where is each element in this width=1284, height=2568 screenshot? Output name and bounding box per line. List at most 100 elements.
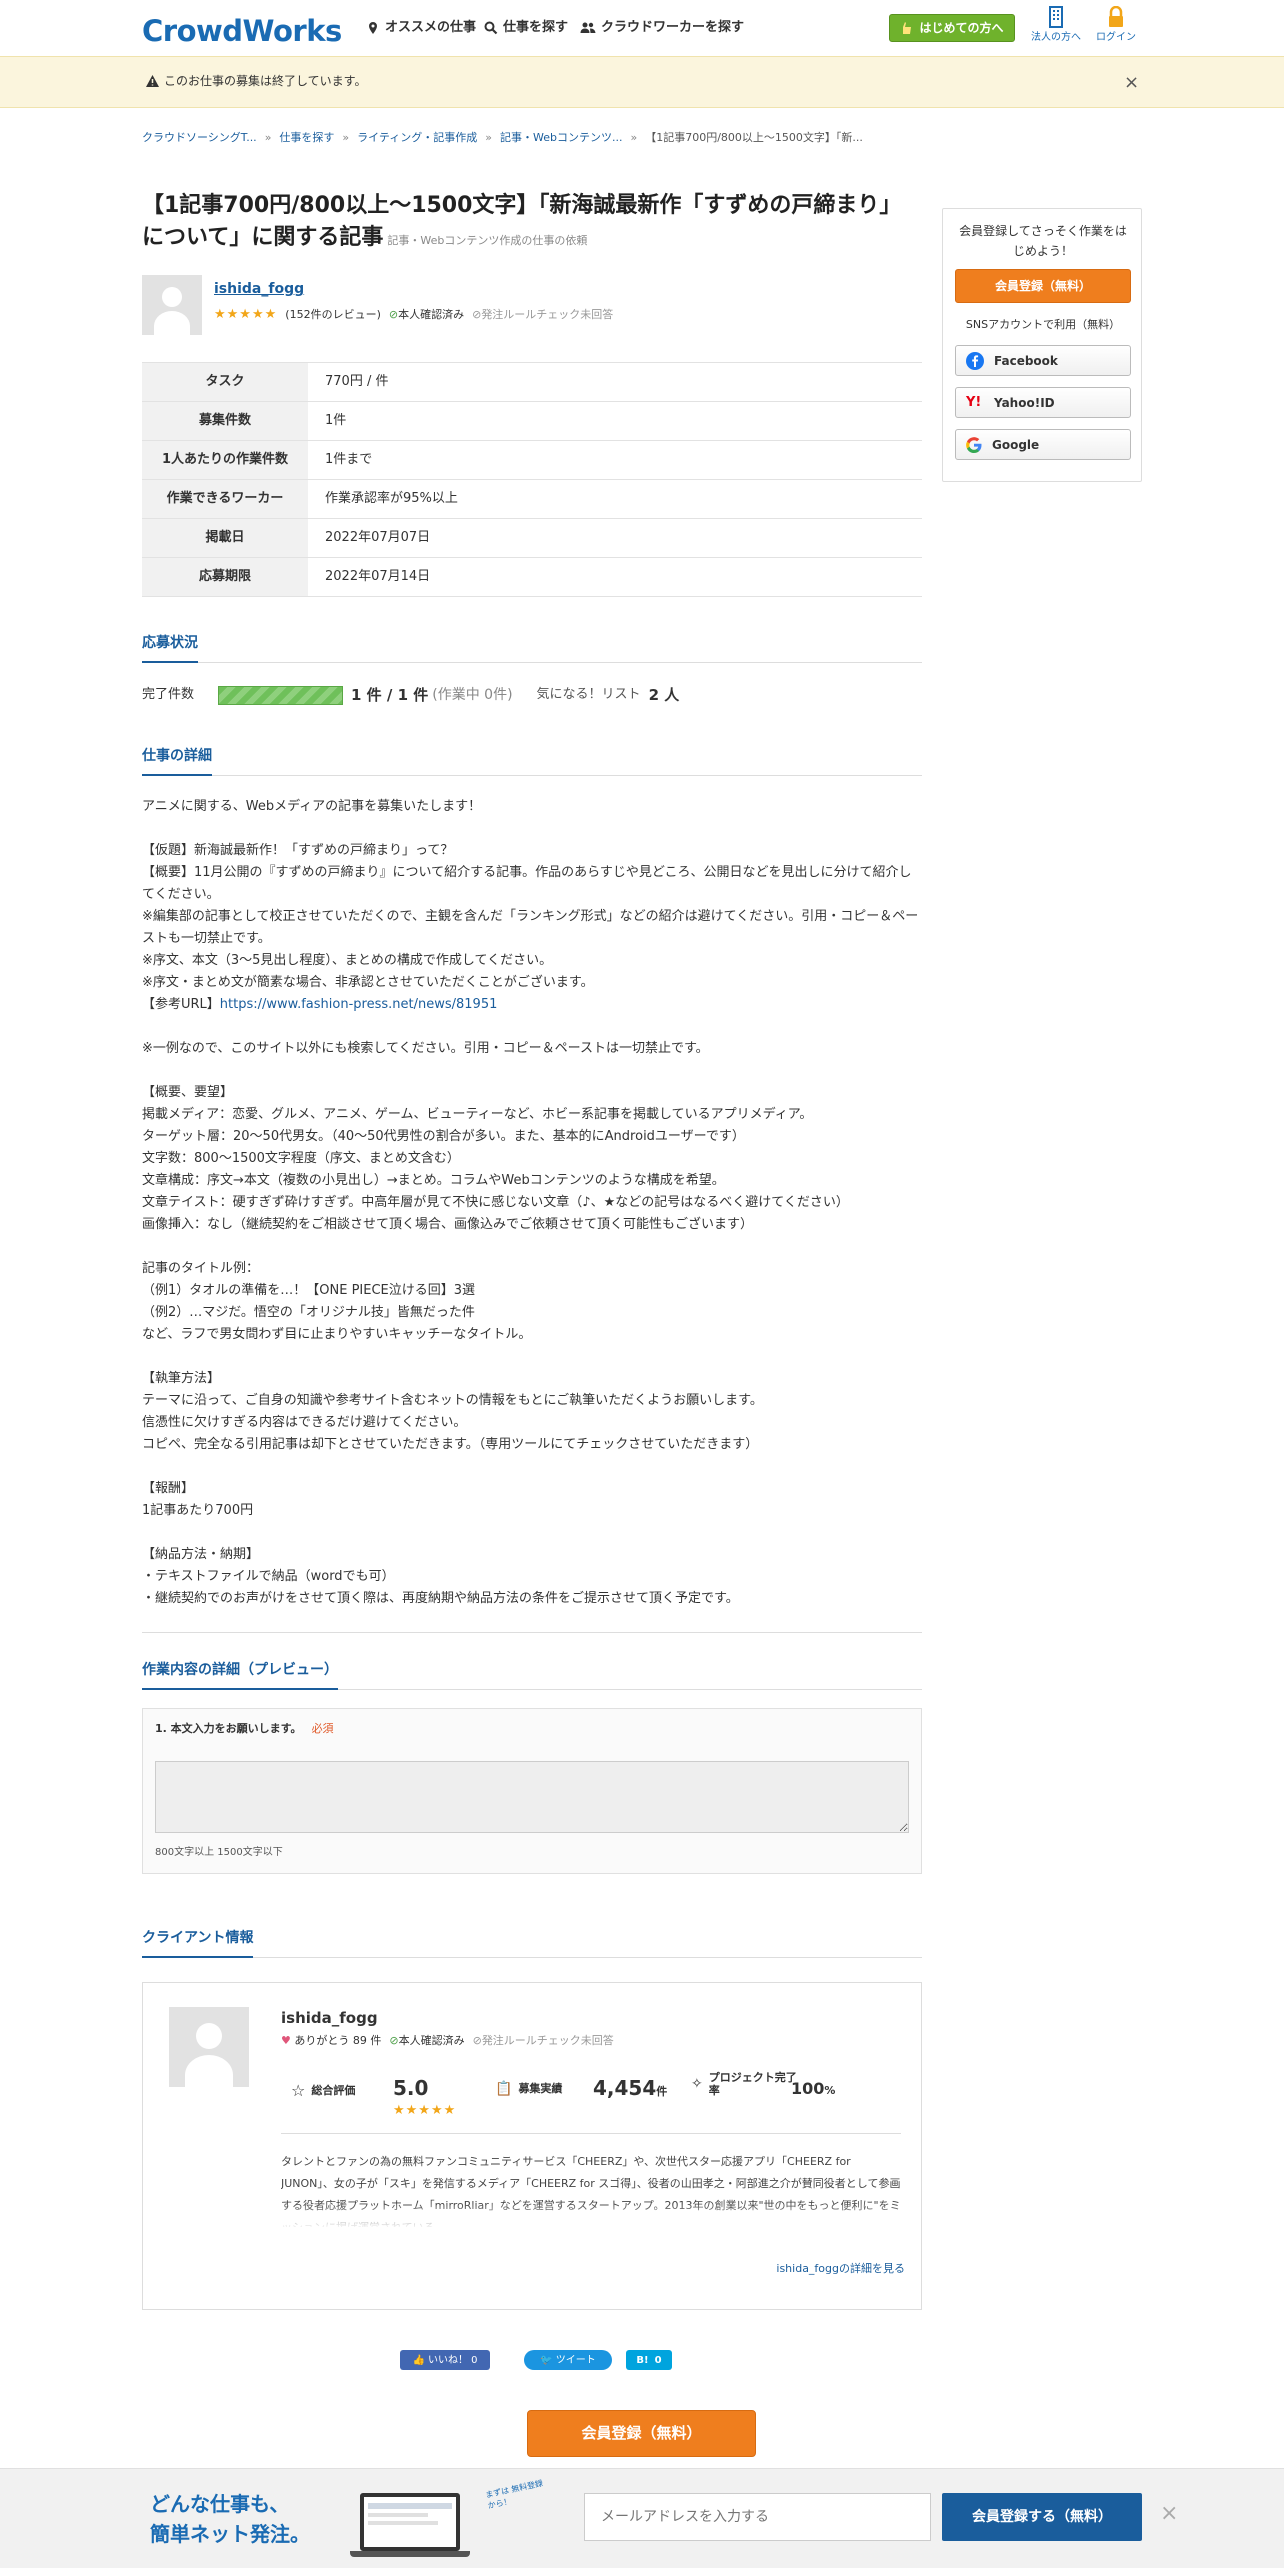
description-line: 記事のタイトル例： — [142, 1261, 260, 1276]
client-detail-link[interactable]: ishida_foggの詳細を見る — [776, 2261, 905, 2278]
description-line: 文章テイスト：硬すぎず砕けすぎず。中高年層が見て不快に感じない文章（♪、★などの… — [142, 1195, 849, 1210]
question-label: 1. 本文入力をお願いします。 必須 — [155, 1721, 334, 1738]
description-line — [142, 1016, 922, 1038]
footer-bubble: まずは 無料登録から！ — [484, 2478, 544, 2511]
description-line: 文字数：800〜1500文字程度（序文、まとめ文含む） — [142, 1151, 460, 1166]
search-icon — [484, 21, 498, 35]
description-line: 信憑性に欠けすぎる内容はできるだけ避けてください。 — [142, 1415, 467, 1430]
completion-stat: ✧ プロジェクト完了率 — [691, 2071, 801, 2097]
completion-value: 100 — [791, 2079, 825, 2098]
progress-bar — [218, 685, 344, 705]
job-description: アニメに関する、Webメディアの記事を募集いたします！ 【仮題】新海誠最新作！「す… — [142, 796, 922, 1610]
twitter-bird-icon: 🐦 — [540, 2354, 553, 2366]
beginner-button[interactable]: はじめての方へ — [889, 14, 1015, 42]
char-limit-hint: 800文字以上 1500文字以下 — [155, 1847, 283, 1858]
info-value: 1件 — [308, 401, 922, 441]
nav-recommended[interactable]: オススメの仕事 — [366, 18, 476, 38]
login-link[interactable]: ログイン — [1086, 6, 1146, 45]
results-label: 募集実績 — [518, 2082, 563, 2096]
rule-check-badge: ⊘発注ルールチェック未回答 — [472, 307, 614, 321]
results-unit: 件 — [656, 2085, 668, 2098]
avatar[interactable] — [142, 275, 202, 335]
close-icon[interactable]: × — [1124, 69, 1139, 96]
description-line: ターゲット層：20〜50代男女。（40〜50代男性の割合が多い。また、基本的にA… — [142, 1129, 745, 1144]
nav-find-jobs[interactable]: 仕事を探す — [484, 18, 568, 38]
hatena-bookmark-button[interactable]: B! 0 — [626, 2350, 672, 2370]
google-login-button[interactable]: Google — [955, 429, 1131, 460]
description-line — [142, 818, 922, 840]
info-value: 1件まで — [308, 440, 922, 480]
description-line: 画像挿入：なし（継続契約をご相談させて頂く場合、画像込みでご依頼させて頂く可能性… — [142, 1217, 754, 1232]
info-key: 応募期限 — [142, 557, 308, 597]
close-icon[interactable]: × — [1160, 2497, 1178, 2530]
results-value-wrap: 4,454件 — [593, 2073, 667, 2103]
info-key: 1人あたりの作業件数 — [142, 440, 308, 480]
verified-label: 本人確認済み — [398, 2034, 465, 2047]
verified-badge: ⊘本人確認済み — [388, 307, 465, 321]
signup-footer-bar: どんな仕事も、 簡単ネット発注。 まずは 無料登録から！ 会員登録する（無料） … — [0, 2468, 1284, 2568]
site-header: CrowdWorks オススメの仕事 仕事を探す クラウドワーカーを探す はじめ… — [0, 0, 1284, 56]
client-name-link[interactable]: ishida_fogg — [214, 279, 304, 300]
rating-value: 5.0 — [393, 2076, 429, 2100]
breadcrumb-item[interactable]: 記事・Webコンテンツ... — [500, 130, 622, 147]
breadcrumb-item[interactable]: 仕事を探す — [279, 130, 334, 147]
breadcrumb-separator: » — [630, 131, 638, 144]
body-textarea[interactable] — [155, 1761, 909, 1833]
breadcrumb-separator: » — [485, 131, 493, 144]
register-button[interactable]: 会員登録（無料） — [527, 2410, 756, 2457]
yahoo-login-button[interactable]: Y! Yahoo!ID — [955, 387, 1131, 418]
facebook-like-button[interactable]: 👍 いいね！ 0 — [400, 2350, 490, 2370]
facebook-login-button[interactable]: Facebook — [955, 345, 1131, 376]
completed-count: 1 件 / 1 件 — [351, 685, 429, 704]
completion-label: プロジェクト完了率 — [708, 2071, 797, 2098]
sidebar-lead: 会員登録してさっそく作業をはじめよう！ — [959, 224, 1127, 258]
handshake-icon: ✧ — [691, 2075, 703, 2092]
corporate-link[interactable]: 法人の方へ — [1026, 6, 1086, 45]
section-title: 仕事の詳細 — [142, 746, 212, 776]
reference-url-link[interactable]: https://www.fashion-press.net/news/81951 — [220, 997, 498, 1012]
description-line: 【参考URL】https://www.fashion-press.net/new… — [142, 997, 498, 1012]
google-label: Google — [992, 437, 1040, 452]
description-line — [142, 1456, 922, 1478]
details-heading: 仕事の詳細 — [142, 746, 922, 776]
footer-submit-button[interactable]: 会員登録する（無料） — [942, 2493, 1142, 2541]
table-row: 募集件数 1件 — [142, 401, 922, 441]
nav-find-workers[interactable]: クラウドワーカーを探す — [580, 18, 744, 38]
description-line: （例1）タオルの準備を…！【ONE PIECE泣ける回】3選 — [142, 1283, 476, 1298]
section-title: 応募状況 — [142, 633, 198, 663]
signup-sidebar: 会員登録してさっそく作業をはじめよう！ 会員登録（無料） SNSアカウントで利用… — [942, 208, 1142, 482]
login-link-label: ログイン — [1096, 32, 1136, 43]
description-line: アニメに関する、Webメディアの記事を募集いたします！ — [142, 799, 482, 814]
lock-icon — [1109, 6, 1123, 27]
sidebar-register-button[interactable]: 会員登録（無料） — [955, 269, 1131, 303]
info-value: 2022年07月14日 — [308, 557, 922, 597]
description-line: 1記事あたり700円 — [142, 1503, 254, 1518]
avatar[interactable] — [169, 2007, 249, 2087]
verified-badge: ⊘本人確認済み — [389, 2034, 465, 2047]
email-input[interactable] — [584, 2493, 931, 2541]
review-count[interactable]: (152件のレビュー) — [285, 307, 381, 324]
client-card: ishida_fogg ♥ ありがとう 89 件 ⊘本人確認済み ⊘発注ルールチ… — [142, 1982, 922, 2310]
description-line: ※編集部の記事として校正させていただくので、主観を含んだ「ランキング形式」などの… — [142, 909, 919, 946]
facebook-icon — [966, 351, 984, 370]
info-value: 770円 / 件 — [308, 362, 922, 402]
info-key: 作業できるワーカー — [142, 479, 308, 519]
facebook-label: Facebook — [994, 353, 1058, 368]
client-badges: ★★★★★ (152件のレビュー) ⊘本人確認済み ⊘発注ルールチェック未回答 — [214, 305, 613, 325]
description-line: 【報酬】 — [142, 1481, 195, 1496]
crowdworks-logo[interactable]: CrowdWorks — [142, 10, 342, 54]
closed-alert: このお仕事の募集は終了しています。 × — [0, 56, 1284, 108]
client-summary: ishida_fogg ★★★★★ (152件のレビュー) ⊘本人確認済み ⊘発… — [142, 275, 922, 335]
breadcrumb-item[interactable]: ライティング・記事作成 — [357, 130, 477, 147]
info-value: 作業承認率が95%以上 — [308, 479, 922, 519]
nav-recommended-label: オススメの仕事 — [385, 20, 477, 35]
beginner-button-label: はじめての方へ — [919, 21, 1004, 35]
tweet-button[interactable]: 🐦 ツイート — [524, 2350, 612, 2370]
footer-catch-line1: どんな仕事も、 — [150, 2492, 290, 2516]
users-icon — [580, 22, 596, 33]
breadcrumb-item[interactable]: クラウドソーシングT... — [142, 130, 257, 147]
table-row: 掲載日 2022年07月07日 — [142, 518, 922, 558]
client-name[interactable]: ishida_fogg — [281, 2007, 378, 2030]
hatena-count: 0 — [654, 2354, 662, 2366]
description-line: ・継続契約でのお声がけをさせて頂く際は、再度納期や納品方法の条件をご提示させて頂… — [142, 1591, 739, 1606]
